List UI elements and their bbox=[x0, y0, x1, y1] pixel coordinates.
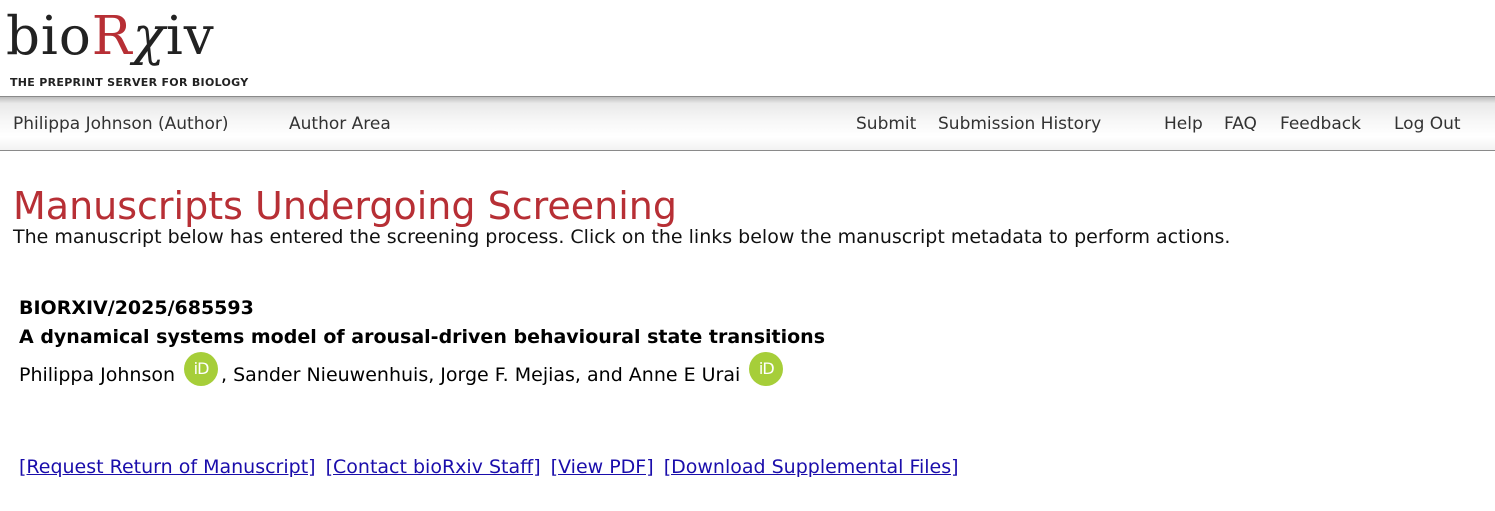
manuscript-title: A dynamical systems model of arousal-dri… bbox=[19, 326, 825, 348]
nav-user-name[interactable]: Philippa Johnson (Author) bbox=[13, 114, 229, 134]
nav-submit[interactable]: Submit bbox=[856, 114, 916, 134]
nav-submission-history[interactable]: Submission History bbox=[938, 114, 1101, 134]
nav-faq[interactable]: FAQ bbox=[1224, 114, 1257, 134]
nav-help[interactable]: Help bbox=[1164, 114, 1203, 134]
nav-logout[interactable]: Log Out bbox=[1394, 114, 1461, 134]
request-return-link[interactable]: [Request Return of Manuscript] bbox=[19, 456, 316, 478]
orcid-icon[interactable]: iD bbox=[749, 352, 784, 386]
view-pdf-link[interactable]: [View PDF] bbox=[551, 456, 654, 478]
logo-tagline: THE PREPRINT SERVER FOR BIOLOGY bbox=[10, 76, 249, 89]
logo-wordmark: bioRχiv bbox=[6, 2, 215, 72]
manuscript-id: BIORXIV/2025/685593 bbox=[19, 297, 254, 319]
download-supplemental-link[interactable]: [Download Supplemental Files] bbox=[664, 456, 959, 478]
nav-author-area[interactable]: Author Area bbox=[289, 114, 391, 134]
logo-word-suffix: iv bbox=[165, 6, 215, 67]
authors-rest: , Sander Nieuwenhuis, Jorge F. Mejias, a… bbox=[221, 364, 741, 386]
orcid-icon[interactable]: iD bbox=[184, 352, 219, 386]
logo-word-prefix: bio bbox=[6, 6, 92, 67]
site-header: bioRχiv THE PREPRINT SERVER FOR BIOLOGY bbox=[0, 0, 1495, 96]
manuscript-authors: Philippa Johnson iD , Sander Nieuwenhuis… bbox=[19, 352, 786, 395]
nav-feedback[interactable]: Feedback bbox=[1280, 114, 1361, 134]
logo-word-r: R bbox=[91, 6, 133, 67]
logo-word-x: χ bbox=[132, 6, 166, 67]
page-title: Manuscripts Undergoing Screening bbox=[13, 184, 677, 228]
top-navbar: Philippa Johnson (Author) Author Area Su… bbox=[0, 96, 1495, 151]
biorxiv-logo[interactable]: bioRχiv THE PREPRINT SERVER FOR BIOLOGY bbox=[6, 2, 256, 92]
contact-staff-link[interactable]: [Contact bioRxiv Staff] bbox=[326, 456, 541, 478]
page-intro: The manuscript below has entered the scr… bbox=[13, 226, 1231, 248]
manuscript-actions: [Request Return of Manuscript] [Contact … bbox=[19, 455, 963, 479]
author-first: Philippa Johnson bbox=[19, 364, 176, 386]
